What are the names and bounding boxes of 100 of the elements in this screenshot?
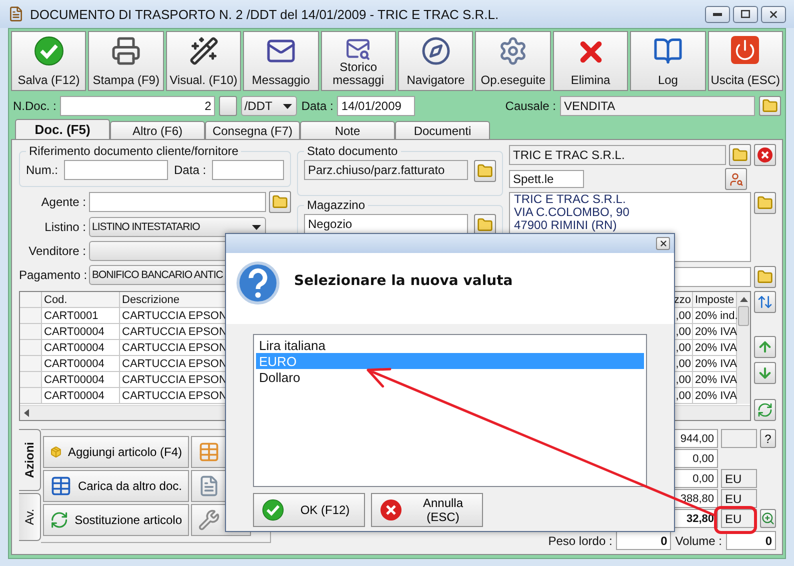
date-field[interactable]: 14/01/2009 <box>337 96 416 116</box>
tab[interactable]: Documenti <box>395 121 490 139</box>
dropdown[interactable]: LISTINO INTESTATARIO <box>89 217 266 237</box>
toolbar-button[interactable]: Salva (F12) <box>11 31 86 91</box>
causale-field[interactable]: VENDITA <box>560 96 755 116</box>
volume-field[interactable]: 0 <box>726 531 776 550</box>
help-button[interactable]: ? <box>760 429 776 448</box>
move-down-button[interactable] <box>754 362 776 384</box>
currency-field[interactable]: EU <box>721 469 757 488</box>
scroll-thumb[interactable] <box>738 306 749 326</box>
cancel-button[interactable]: Annulla (ESC) <box>371 493 483 527</box>
folder-icon <box>477 163 493 179</box>
close-icon <box>768 8 779 20</box>
input-field[interactable] <box>89 192 266 212</box>
move-button[interactable] <box>754 291 776 313</box>
date-field[interactable] <box>212 160 284 180</box>
toolbar-button[interactable]: Op.eseguite <box>475 31 551 91</box>
move-up-button[interactable] <box>754 336 776 358</box>
series-dropdown[interactable]: /DDT <box>241 96 298 116</box>
check-icon <box>34 36 64 66</box>
column-header: Imposte <box>693 292 737 308</box>
power-icon <box>731 36 760 64</box>
folder-icon <box>732 147 748 163</box>
folder-button[interactable] <box>474 160 496 182</box>
toolbar-button[interactable]: Log <box>630 31 706 91</box>
document-icon <box>198 475 220 497</box>
close-icon <box>658 239 668 248</box>
refresh-button[interactable] <box>754 399 776 421</box>
table-cell: 20% IVA <box>693 372 737 388</box>
table-cell: 20% ind. <box>693 308 737 324</box>
field-label: Volume : <box>675 534 722 548</box>
currency-field[interactable]: EU <box>721 489 757 508</box>
folder-button[interactable] <box>754 266 776 288</box>
wrench-icon <box>198 509 220 531</box>
toolbar-button[interactable]: Navigatore <box>398 31 474 91</box>
toolbar-button[interactable]: Stampa (F9) <box>88 31 164 91</box>
action-button[interactable]: Sostituzione articolo <box>43 504 189 536</box>
input-field[interactable] <box>721 429 757 448</box>
column-header: Cod. <box>42 292 120 308</box>
group-title: Stato documento <box>306 144 399 158</box>
folder-button[interactable] <box>269 191 291 213</box>
minimize-button[interactable] <box>705 6 730 22</box>
table-cell: 20% IVA <box>693 388 737 404</box>
tab[interactable]: Altro (F6) <box>110 121 205 139</box>
warehouse-field[interactable]: Negozio <box>304 214 468 234</box>
field-label: Listino : <box>44 220 86 234</box>
toolbar-button[interactable]: Elimina <box>552 31 628 91</box>
down-arrow-icon <box>757 365 773 381</box>
small-button[interactable] <box>219 96 238 116</box>
toolbar-button[interactable]: Messaggio <box>243 31 319 91</box>
action-button[interactable]: Aggiungi articolo (F4) <box>43 436 189 468</box>
maximize-button[interactable] <box>733 6 758 22</box>
field-label: Data : <box>174 163 206 177</box>
minimize-icon <box>713 12 722 16</box>
close-button[interactable] <box>761 6 786 22</box>
ok-button[interactable]: OK (F12) <box>253 493 365 527</box>
toolbar-button[interactable]: Visual. (F10) <box>166 31 242 91</box>
action-button[interactable]: Carica da altro doc. <box>43 470 189 502</box>
side-tab[interactable]: Azioni <box>19 429 41 491</box>
address-line: 47900 RIMINI (RN) <box>514 219 618 232</box>
folder-button[interactable] <box>729 144 751 166</box>
delete-button[interactable] <box>754 144 776 166</box>
table-cell: CART0001 <box>42 308 120 324</box>
tab[interactable]: Note <box>300 121 395 139</box>
folder-icon <box>757 195 773 211</box>
cancel-icon <box>380 499 402 521</box>
folder-button[interactable] <box>759 96 781 116</box>
number-field[interactable]: 2 <box>60 96 216 116</box>
table-icon <box>50 475 72 497</box>
currency-list[interactable]: Lira italiana EURO Dollaro <box>253 334 647 487</box>
tab[interactable]: Consegna (F7) <box>205 121 300 139</box>
table-cell: ,00 <box>674 308 693 324</box>
book-icon <box>652 36 683 66</box>
close-icon <box>757 147 773 163</box>
maximize-icon <box>741 10 750 18</box>
close-button[interactable] <box>656 237 670 250</box>
customer-field[interactable]: TRIC E TRAC S.R.L. <box>509 145 726 165</box>
side-tab[interactable]: Av. <box>19 493 41 541</box>
weight-field[interactable]: 0 <box>616 531 672 550</box>
number-field[interactable] <box>64 160 168 180</box>
table-cell: CART00004 <box>42 356 120 372</box>
folder-button[interactable] <box>754 192 776 214</box>
table-cell: 20% IVA <box>693 324 737 340</box>
search-button[interactable] <box>725 168 747 190</box>
status-field[interactable]: Parz.chiuso/parz.fatturato <box>304 160 468 180</box>
dialog-heading: Selezionare la nuova valuta <box>294 273 513 290</box>
salutation-field[interactable]: Spett.le <box>509 170 584 188</box>
gear-icon <box>498 36 528 66</box>
refresh-icon <box>757 402 773 418</box>
printer-icon <box>111 36 142 66</box>
zoom-button[interactable] <box>760 509 776 528</box>
field-label: Pagamento : <box>19 268 86 282</box>
magic-wand-icon <box>188 36 219 66</box>
table-cell: CART00004 <box>42 340 120 356</box>
currency-field[interactable]: EU <box>721 509 757 528</box>
table-cell: ,00 <box>674 388 693 404</box>
tab[interactable]: Doc. (F5) <box>15 119 110 139</box>
toolbar-button[interactable]: Storico messaggi <box>320 31 396 91</box>
toolbar-button[interactable]: Uscita (ESC) <box>708 31 784 91</box>
folder-icon <box>762 98 778 114</box>
